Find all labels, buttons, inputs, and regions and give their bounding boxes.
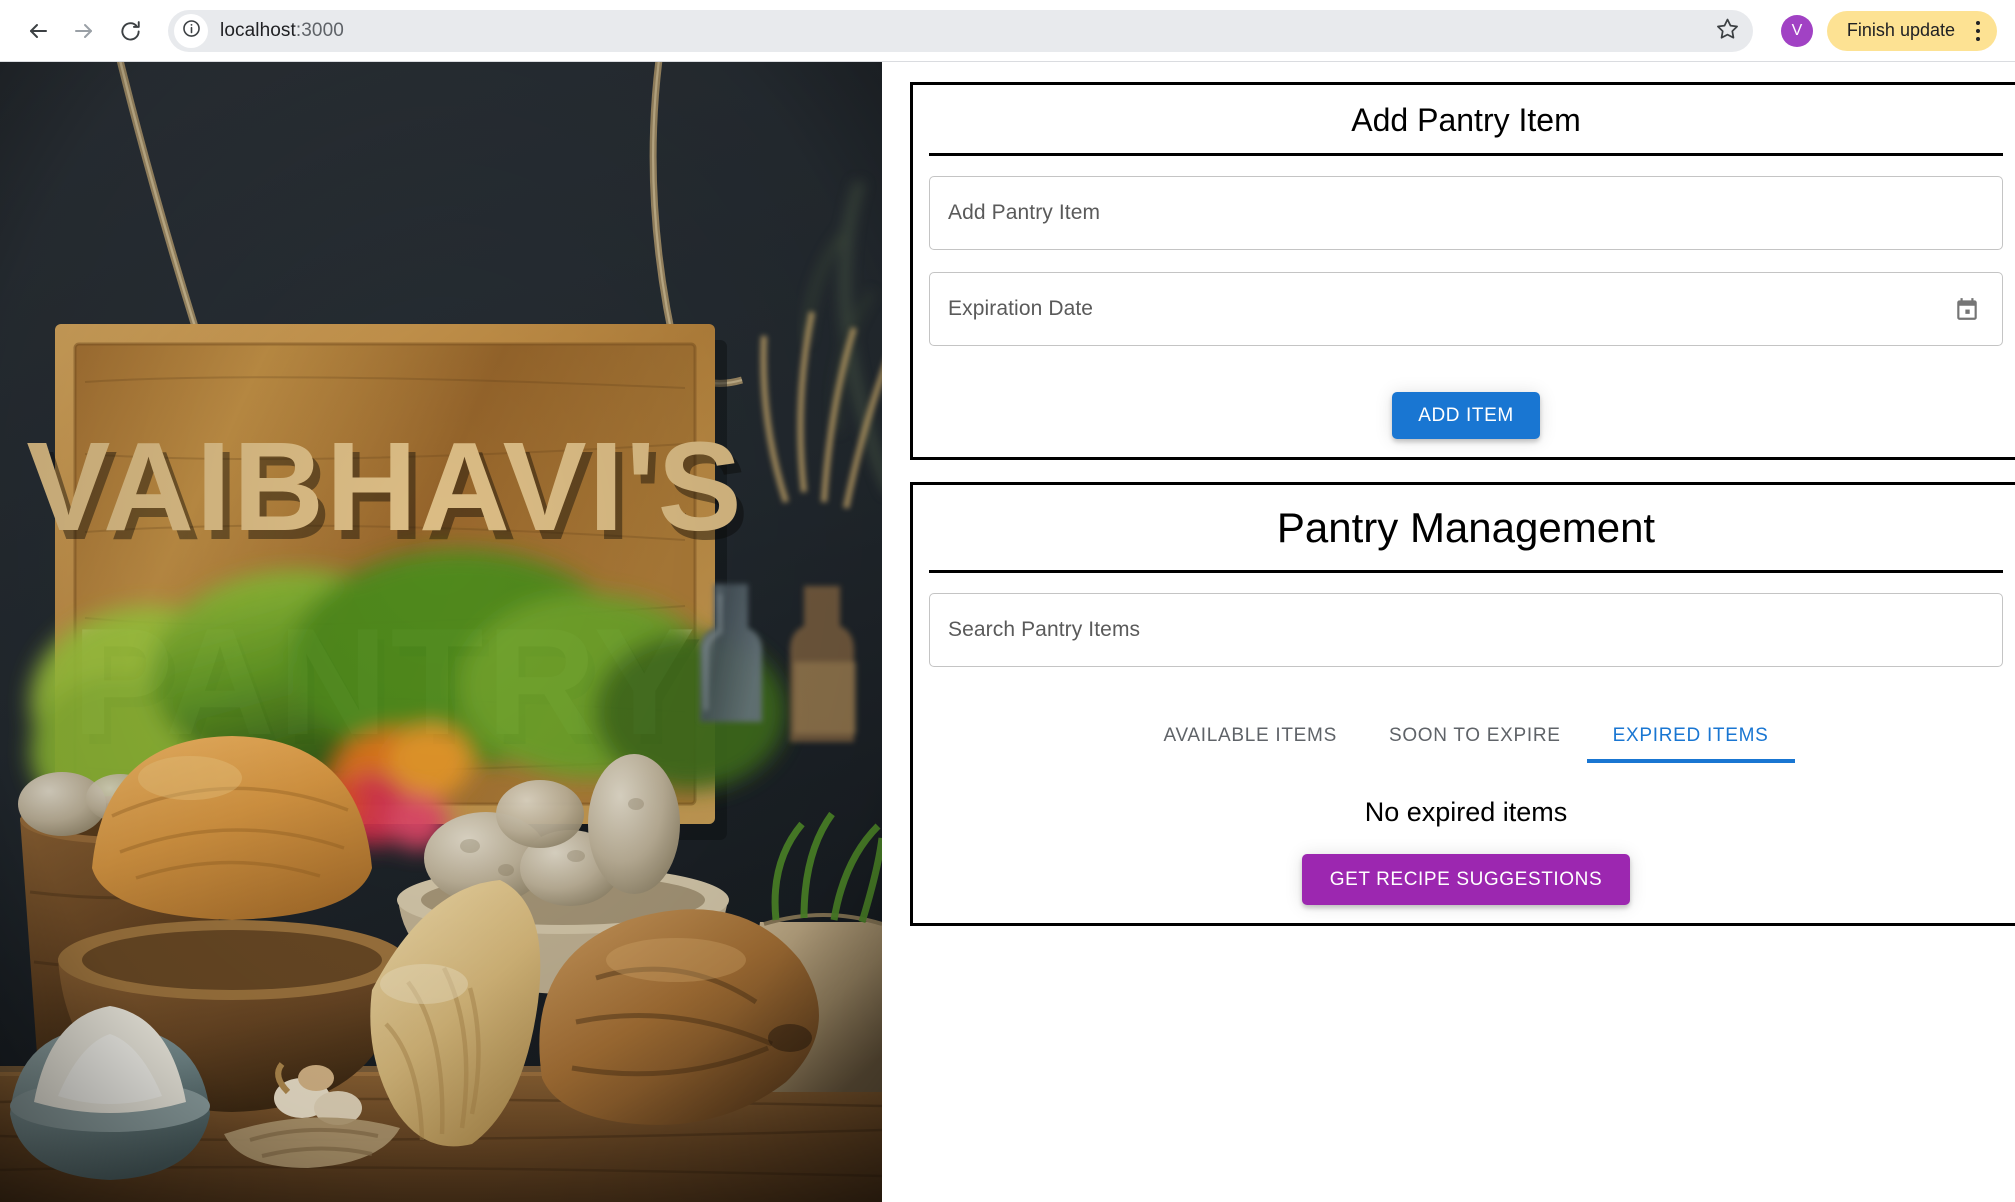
pantry-hero-image: VAIBHAVI'S VAIBHAVI'S PANTRY PANTRY — [0, 62, 882, 1202]
url-text[interactable]: localhost:3000 — [220, 20, 1711, 42]
add-pantry-item-placeholder: Add Pantry Item — [948, 201, 1101, 225]
back-arrow-icon — [26, 19, 50, 43]
calendar-icon[interactable] — [1950, 292, 1984, 326]
forward-arrow-icon — [72, 19, 96, 43]
right-column: Add Pantry Item Add Pantry Item Expirati… — [882, 62, 2015, 1202]
url-host: localhost — [220, 19, 296, 41]
page-content: VAIBHAVI'S VAIBHAVI'S PANTRY PANTRY — [0, 62, 2015, 1202]
expiration-date-placeholder: Expiration Date — [948, 297, 1094, 321]
add-pantry-item-input[interactable]: Add Pantry Item — [929, 176, 2003, 251]
empty-state-message: No expired items — [1364, 796, 1568, 827]
search-pantry-items-placeholder: Search Pantry Items — [948, 617, 1141, 641]
info-circle-icon — [182, 19, 201, 43]
finish-update-label: Finish update — [1846, 20, 1955, 40]
search-pantry-items-input[interactable]: Search Pantry Items — [929, 592, 2003, 667]
url-suffix: :3000 — [295, 19, 344, 41]
pantry-tabs: AVAILABLE ITEMS SOON TO EXPIRE EXPIRED I… — [929, 701, 2003, 763]
tab-expired-items[interactable]: EXPIRED ITEMS — [1586, 725, 1795, 763]
add-pantry-item-body: Add Pantry Item Expiration Date ADD ITEM — [913, 156, 2015, 457]
add-pantry-item-title: Add Pantry Item — [1351, 102, 1581, 138]
finish-update-button[interactable]: Finish update — [1826, 10, 1997, 51]
tab-soon-to-expire[interactable]: SOON TO EXPIRE — [1363, 725, 1587, 763]
back-button[interactable] — [18, 11, 58, 51]
reload-icon — [119, 19, 142, 42]
avatar[interactable]: V — [1780, 14, 1813, 47]
add-pantry-item-card: Add Pantry Item Add Pantry Item Expirati… — [910, 82, 2015, 461]
pantry-management-title: Pantry Management — [1276, 504, 1656, 552]
add-item-button-row: ADD ITEM — [929, 368, 2003, 440]
kebab-menu-icon[interactable] — [1965, 16, 1991, 46]
get-recipe-suggestions-button[interactable]: GET RECIPE SUGGESTIONS — [1301, 853, 1631, 905]
forward-button[interactable] — [64, 11, 104, 51]
bookmark-button[interactable] — [1711, 14, 1745, 48]
recipe-button-row: GET RECIPE SUGGESTIONS — [929, 853, 2003, 905]
pantry-management-body: Search Pantry Items AVAILABLE ITEMS SOON… — [913, 573, 2015, 923]
address-bar[interactable]: localhost:3000 — [168, 9, 1753, 52]
browser-toolbar: localhost:3000 V Finish update — [0, 0, 2015, 62]
pantry-management-card: Pantry Management Search Pantry Items AV… — [910, 482, 2015, 926]
hero-illustration: VAIBHAVI'S VAIBHAVI'S PANTRY PANTRY — [0, 62, 882, 1202]
site-info-button[interactable] — [174, 13, 208, 48]
reload-button[interactable] — [110, 11, 150, 51]
tab-available-items[interactable]: AVAILABLE ITEMS — [1137, 725, 1362, 763]
add-item-button[interactable]: ADD ITEM — [1392, 392, 1540, 440]
avatar-initial: V — [1791, 21, 1803, 39]
expiration-date-input[interactable]: Expiration Date — [929, 272, 2003, 347]
star-icon — [1716, 17, 1739, 45]
